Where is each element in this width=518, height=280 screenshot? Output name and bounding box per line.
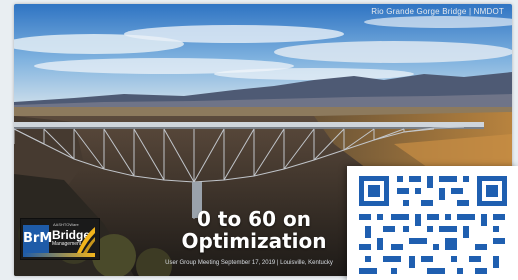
logo-bar [23,253,95,257]
slide-subtitle: User Group Meeting September 17, 2019 | … [165,260,333,266]
brm-logo-badge: BrM [23,225,52,253]
qr-code[interactable] [347,166,518,280]
screen: Rio Grande Gorge Bridge | NMDOT BrM AASH… [0,0,518,280]
photo-credit: Rio Grande Gorge Bridge | NMDOT [371,7,504,16]
qr-code-icon [347,166,518,280]
brm-logo: BrM AASHTOWare Bridge Management [20,218,100,260]
slide-title: 0 to 60 on Optimization [124,208,384,252]
title-line-1: 0 to 60 on [197,207,311,231]
title-line-2: Optimization [181,229,327,253]
swoosh-icon [77,227,95,253]
